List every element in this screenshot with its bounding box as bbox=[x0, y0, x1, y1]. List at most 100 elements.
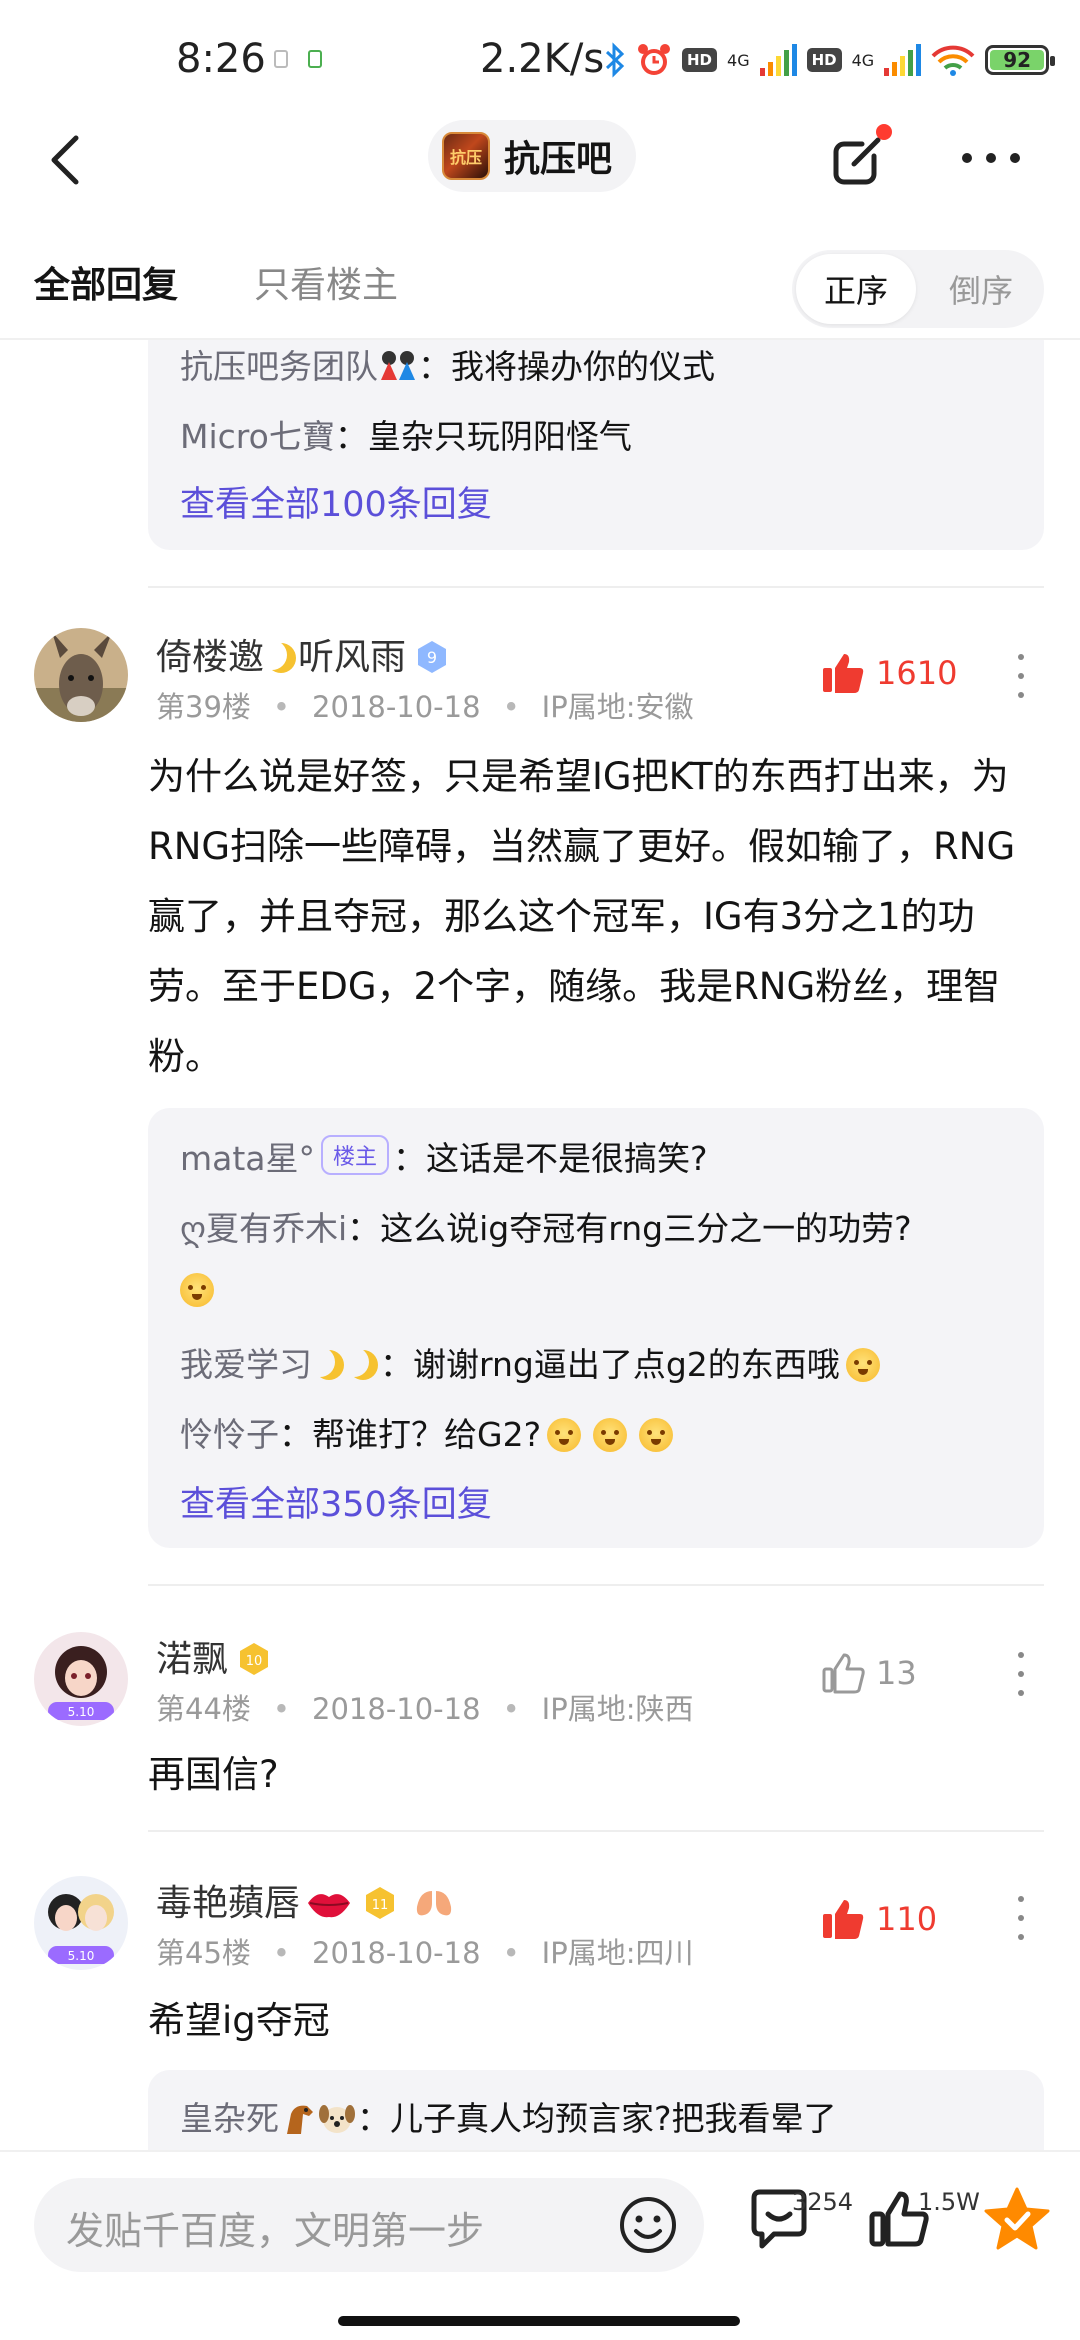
like-button[interactable]: 13 bbox=[820, 1650, 917, 1696]
post-content: 再国信? bbox=[148, 1753, 279, 1796]
lungs-icon bbox=[416, 1891, 452, 1916]
dolls-emoji-icon bbox=[381, 351, 415, 380]
comment-count: 3254 bbox=[792, 2188, 854, 2216]
like-count: 110 bbox=[876, 1900, 938, 1938]
share-edit-button[interactable] bbox=[828, 124, 892, 190]
avatar-badge-text: 5.10 bbox=[68, 1705, 95, 1719]
laughing-emoji-icon bbox=[845, 1348, 880, 1382]
nav-bar: 抗压 抗压吧 bbox=[0, 110, 1080, 210]
sub-reply[interactable]: ღ夏有乔木i：这么说ig夺冠有rng三分之一的功劳? bbox=[180, 1202, 912, 1250]
more-options-button[interactable] bbox=[962, 140, 1022, 176]
post-more-button[interactable] bbox=[1016, 1896, 1026, 1940]
post-divider bbox=[148, 1830, 1044, 1832]
sub-reply[interactable]: Micro七寶：皇杂只玩阴阳怪气 bbox=[180, 410, 632, 458]
post-more-button[interactable] bbox=[1016, 654, 1026, 698]
wifi-icon bbox=[931, 45, 975, 76]
like-button[interactable]: 1610 bbox=[820, 650, 957, 696]
tab-all-replies[interactable]: 全部回复 bbox=[34, 256, 178, 308]
moon-emoji-icon bbox=[314, 1350, 344, 1380]
avatar[interactable]: 5.10 bbox=[34, 1876, 128, 1970]
more-dot-icon bbox=[986, 153, 996, 163]
post-author[interactable]: 毒艳蘋唇 11 bbox=[156, 1874, 456, 1926]
more-dot-icon bbox=[962, 153, 972, 163]
sub-reply-author[interactable]: 我爱学习 bbox=[180, 1345, 312, 1384]
view-all-replies-link[interactable]: 查看全部350条回复 bbox=[180, 1476, 492, 1527]
network-type: 4G bbox=[727, 50, 750, 70]
sub-reply-box: mata星° 楼主 ：这话是不是很搞笑? ღ夏有乔木i：这么说ig夺冠有rng三分之… bbox=[148, 1108, 1044, 1548]
sub-reply[interactable]: 抗压吧务团队 ：我将操办你的仪式 bbox=[180, 340, 715, 388]
sub-reply-author[interactable]: ღ夏有乔木i bbox=[180, 1209, 347, 1248]
chevron-left-icon bbox=[51, 135, 79, 185]
alarm-icon bbox=[638, 44, 670, 75]
lips-emoji-icon bbox=[308, 1894, 351, 1918]
composer-placeholder: 发贴千百度，文明第一步 bbox=[66, 2209, 485, 2253]
ip-location: IP属地:四川 bbox=[541, 1936, 694, 1970]
hd-badge: HD bbox=[682, 48, 718, 72]
floor-number: 第45楼 bbox=[156, 1936, 251, 1970]
couple-avatar-icon: 5.10 bbox=[34, 1876, 128, 1970]
sub-reply-text: ：这话是不是很搞笑? bbox=[393, 1139, 708, 1178]
sub-reply[interactable]: 我爱学习 ：谢谢rng逼出了点g2的东西哦 bbox=[180, 1338, 886, 1386]
status-time: 8:26 bbox=[176, 36, 266, 82]
reply-composer[interactable]: 发贴千百度，文明第一步 bbox=[34, 2178, 704, 2272]
sub-reply[interactable]: mata星° 楼主 ：这话是不是很搞笑? bbox=[180, 1132, 708, 1180]
laughing-emoji-icon bbox=[639, 1418, 674, 1452]
level-number: 11 bbox=[372, 1898, 389, 1913]
post-content: 希望ig夺冠 bbox=[148, 1999, 330, 2042]
level-number: 9 bbox=[427, 648, 437, 667]
sub-reply[interactable]: 怜怜子：帮谁打？给G2? bbox=[180, 1408, 679, 1456]
post-author[interactable]: 倚楼邀 听风雨 9 bbox=[156, 628, 450, 680]
post-date: 2018-10-18 bbox=[312, 1936, 481, 1970]
horse-emoji-icon bbox=[287, 2105, 313, 2134]
dog-emoji-icon bbox=[319, 2105, 355, 2133]
ip-location: IP属地:安徽 bbox=[541, 690, 694, 724]
tab-op-only[interactable]: 只看楼主 bbox=[254, 256, 398, 308]
sub-reply-author[interactable]: 皇杂死 bbox=[180, 2099, 279, 2138]
post-author[interactable]: 渃飘 10 bbox=[156, 1630, 272, 1682]
sub-reply-text: ：这么说ig夺冠有rng三分之一的功劳? bbox=[347, 1209, 912, 1248]
sub-reply-author[interactable]: 怜怜子 bbox=[180, 1415, 279, 1454]
post-divider bbox=[148, 586, 1044, 588]
avatar-badge-text: 5.10 bbox=[68, 1949, 95, 1963]
more-dot-icon bbox=[1010, 153, 1020, 163]
sub-reply-box: 抗压吧务团队 ：我将操办你的仪式 Micro七寶：皇杂只玩阴阳怪气 查看全部100… bbox=[148, 320, 1044, 550]
floor-number: 第44楼 bbox=[156, 1692, 251, 1726]
network-speed: 2.2K/s bbox=[480, 36, 605, 82]
shield-notify-icon bbox=[274, 50, 288, 68]
reply-filter-bar: 全部回复 只看楼主 正序 倒序 bbox=[0, 230, 1080, 340]
status-notification-icons bbox=[274, 50, 322, 68]
thumbs-up-filled-icon bbox=[823, 1900, 864, 1939]
signal-icon-2 bbox=[884, 44, 922, 76]
forum-avatar: 抗压 bbox=[442, 132, 490, 180]
notification-dot bbox=[876, 124, 892, 140]
thread-like-count: 1.5W bbox=[918, 2188, 980, 2216]
like-button[interactable]: 110 bbox=[820, 1896, 937, 1942]
avatar[interactable] bbox=[34, 628, 128, 722]
sort-toggle: 正序 倒序 bbox=[792, 250, 1044, 328]
avatar[interactable]: 5.10 bbox=[34, 1632, 128, 1726]
favorite-star-icon[interactable] bbox=[982, 2184, 1052, 2254]
post-author-name: 渃飘 bbox=[156, 1639, 229, 1680]
laughing-emoji-icon bbox=[593, 1418, 628, 1452]
view-all-replies-link[interactable]: 查看全部100条回复 bbox=[180, 476, 492, 527]
sort-ascending-button[interactable]: 正序 bbox=[796, 254, 916, 324]
sub-reply-author[interactable]: Micro七寶 bbox=[180, 417, 335, 456]
forum-title-pill[interactable]: 抗压 抗压吧 bbox=[428, 120, 637, 192]
bottom-action-bar: 发贴千百度，文明第一步 3254 1.5W bbox=[0, 2150, 1080, 2340]
back-button[interactable] bbox=[40, 128, 100, 192]
status-bar: 8:26 2.2K/s HD 4G HD 4G 92 bbox=[0, 0, 1080, 120]
sub-reply[interactable]: 皇杂死 ：儿子真人均预言家?把我看晕了 bbox=[180, 2092, 837, 2140]
post-more-button[interactable] bbox=[1016, 1652, 1026, 1696]
sub-reply-author[interactable]: 抗压吧务团队 bbox=[180, 347, 378, 386]
sort-descending-button[interactable]: 倒序 bbox=[922, 254, 1040, 324]
moon-emoji-icon bbox=[348, 1350, 378, 1380]
status-right-icons: HD 4G HD 4G 92 bbox=[604, 36, 1056, 84]
home-indicator bbox=[338, 2316, 740, 2326]
level-badge-icon: 11 bbox=[366, 1887, 395, 1919]
battery-icon: 92 bbox=[985, 45, 1056, 75]
sub-reply-author[interactable]: mata星° bbox=[180, 1139, 315, 1178]
anime-girl-avatar-icon: 5.10 bbox=[34, 1632, 128, 1726]
sub-reply-text: ：儿子真人均预言家?把我看晕了 bbox=[357, 2099, 837, 2138]
post-date: 2018-10-18 bbox=[312, 690, 481, 724]
emoji-picker-icon[interactable] bbox=[618, 2195, 678, 2255]
